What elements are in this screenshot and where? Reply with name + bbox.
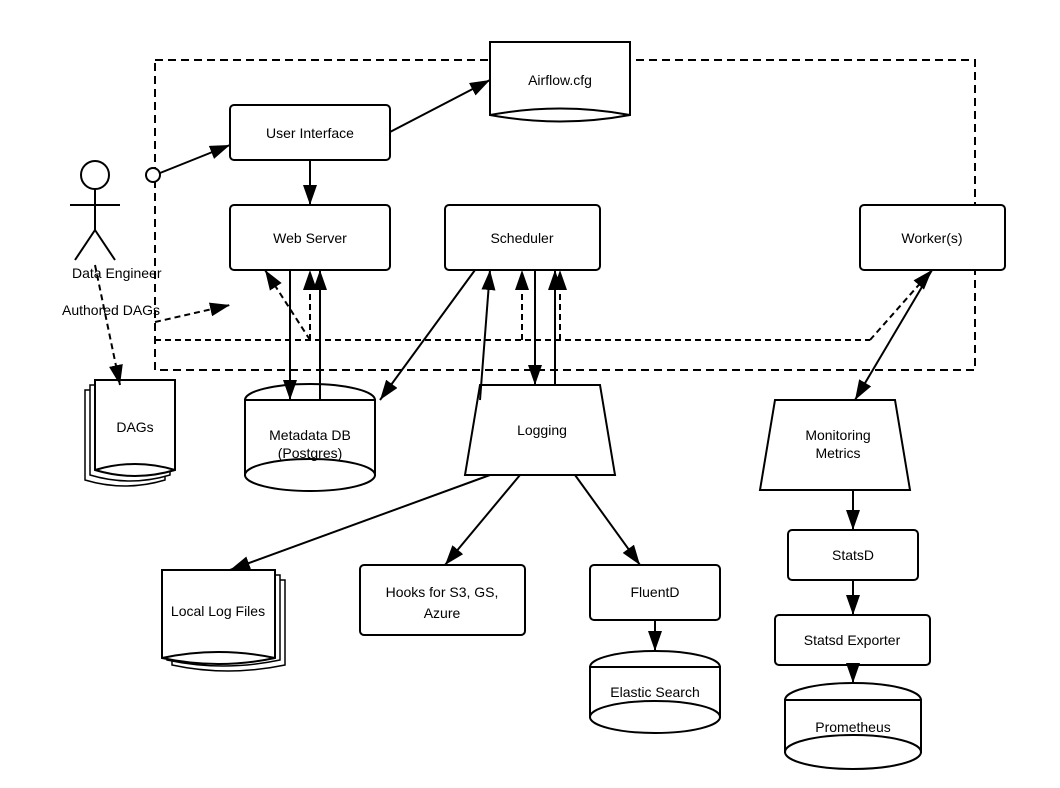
logging-node: Logging <box>465 385 615 475</box>
data-engineer-label: Data Engineer <box>72 265 162 281</box>
metadata-db-node: Metadata DB (Postgres) <box>245 384 375 491</box>
logging-label: Logging <box>517 422 567 438</box>
workers-label: Worker(s) <box>901 230 962 246</box>
statsd-label: StatsD <box>832 547 874 563</box>
dags-node: DAGs <box>85 380 175 486</box>
scheduler-node: Scheduler <box>445 205 600 270</box>
metadata-db-label: Metadata DB <box>269 427 351 443</box>
hooks-label2: Azure <box>424 605 461 621</box>
workers-node: Worker(s) <box>860 205 1005 270</box>
hooks-label: Hooks for S3, GS, <box>386 584 499 600</box>
local-log-files-node: Local Log Files <box>162 570 285 671</box>
web-server-node: Web Server <box>230 205 390 270</box>
prometheus-label: Prometheus <box>815 719 890 735</box>
monitoring-metrics-label: Monitoring <box>805 427 870 443</box>
prometheus-node: Prometheus <box>785 683 921 769</box>
user-interface-node: User Interface <box>230 105 390 160</box>
airflow-cfg-label: Airflow.cfg <box>528 72 592 88</box>
statsd-exporter-node: Statsd Exporter <box>775 615 930 665</box>
monitoring-metrics-label2: Metrics <box>815 445 860 461</box>
fluentd-node: FluentD <box>590 565 720 620</box>
elastic-search-label: Elastic Search <box>610 684 699 700</box>
elastic-search-node: Elastic Search <box>590 651 720 733</box>
statsd-node: StatsD <box>788 530 918 580</box>
airflow-cfg-node: Airflow.cfg <box>490 42 630 122</box>
authored-dags-label: Authored DAGs <box>62 302 160 318</box>
user-interface-label: User Interface <box>266 125 354 141</box>
local-log-files-label: Local Log Files <box>171 603 265 619</box>
hooks-node: Hooks for S3, GS, Azure <box>360 565 525 635</box>
metadata-db-label2: (Postgres) <box>278 445 343 461</box>
dags-label: DAGs <box>116 419 153 435</box>
scheduler-label: Scheduler <box>490 230 553 246</box>
fluentd-label: FluentD <box>630 584 679 600</box>
statsd-exporter-label: Statsd Exporter <box>804 632 901 648</box>
monitoring-metrics-node: Monitoring Metrics <box>760 400 910 490</box>
web-server-label: Web Server <box>273 230 347 246</box>
